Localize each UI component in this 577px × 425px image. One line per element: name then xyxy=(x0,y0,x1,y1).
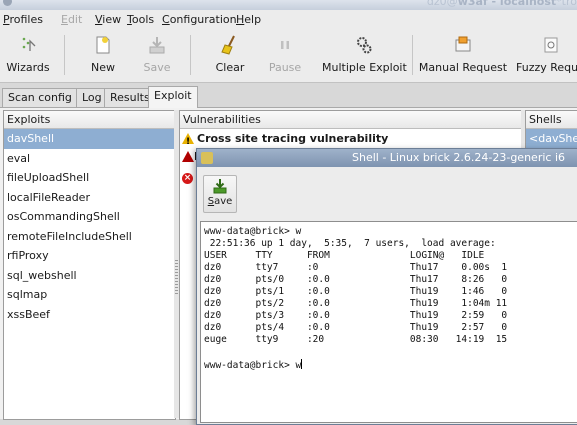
shell-window: Shell - Linux brick 2.6.24-23-generic i6… xyxy=(196,148,577,425)
pause-icon xyxy=(281,41,289,49)
menu-edit[interactable]: Edit xyxy=(61,13,82,26)
list-item[interactable]: sqlmap xyxy=(4,285,175,305)
terminal-line: dz0 pts/2 :0.0 Thu19 1:04m 11 xyxy=(204,298,508,309)
vulnerabilities-header[interactable]: Vulnerabilities xyxy=(180,111,522,129)
save-icon xyxy=(149,37,165,54)
terminal-line: 22:51:36 up 1 day, 5:35, 7 users, load a… xyxy=(204,238,496,249)
clear-button[interactable]: Clear xyxy=(208,31,252,82)
warning-icon xyxy=(182,133,194,151)
exploits-header[interactable]: Exploits xyxy=(4,111,175,129)
list-item[interactable]: Cross site tracing vulnerability xyxy=(180,130,388,151)
broom-icon xyxy=(221,35,235,55)
pause-button[interactable]: Pause xyxy=(264,31,306,82)
fuzzy-request-icon xyxy=(544,37,558,53)
multiple-exploit-button[interactable]: Multiple Exploit xyxy=(322,31,407,82)
toolbar-separator xyxy=(64,35,65,75)
window-title: dz0@w3af - localhost*tro xyxy=(426,0,577,8)
menu-bar: Profiles Edit View Tools Configuration H… xyxy=(0,10,577,31)
menu-view[interactable]: View xyxy=(95,13,121,26)
terminal-prompt: www-data@brick> w xyxy=(204,359,303,371)
menu-profiles[interactable]: Profiles xyxy=(3,13,43,26)
menu-configuration[interactable]: Configuration xyxy=(162,13,237,26)
list-item[interactable]: xssBeef xyxy=(4,305,175,325)
list-item[interactable]: fileUploadShell xyxy=(4,168,175,188)
shell-window-title-bar[interactable]: Shell - Linux brick 2.6.24-23-generic i6 xyxy=(197,149,577,167)
terminal-line: euge tty9 :20 08:30 14:19 15 xyxy=(204,334,508,345)
text-cursor xyxy=(301,359,303,369)
wizards-button[interactable]: Wizards xyxy=(2,31,54,82)
list-item[interactable]: remoteFileIncludeShell xyxy=(4,227,175,247)
shell-window-icon xyxy=(201,152,213,164)
tab-exploit[interactable]: Exploit xyxy=(148,86,198,108)
toolbar-separator xyxy=(412,35,413,75)
terminal-line: dz0 pts/4 :0.0 Thu19 2:57 0 xyxy=(204,322,508,333)
tab-scan-config[interactable]: Scan config xyxy=(2,88,78,107)
splitter-grip xyxy=(175,260,178,294)
terminal-line: USER TTY FROM LOGIN@ IDLE xyxy=(204,250,485,261)
list-item[interactable]: davShell xyxy=(4,129,175,149)
toolbar: Wizards New Save Clear Pause Multiple Ex… xyxy=(0,31,577,83)
toolbar-separator xyxy=(190,35,191,75)
save-toolbar-button[interactable]: Save xyxy=(136,31,178,82)
app-icon xyxy=(3,0,12,6)
error-icon: × xyxy=(182,173,193,184)
terminal-line: dz0 pts/0 :0.0 Thu17 8:26 0 xyxy=(204,274,508,285)
main-tabs: Scan config Log Results Exploit xyxy=(0,86,577,108)
list-item[interactable]: eval xyxy=(4,149,175,169)
shells-header[interactable]: Shells xyxy=(526,111,577,129)
save-icon xyxy=(213,179,227,194)
terminal-line: dz0 pts/3 :0.0 Thu19 2:59 0 xyxy=(204,310,508,321)
list-item[interactable]: sql_webshell xyxy=(4,266,175,286)
wizard-icon xyxy=(22,37,36,51)
menu-help[interactable]: Help xyxy=(236,13,261,26)
gears-icon xyxy=(357,37,372,54)
menu-tools[interactable]: Tools xyxy=(127,13,154,26)
new-button[interactable]: New xyxy=(80,31,126,82)
list-item[interactable]: <davShe xyxy=(526,129,577,149)
terminal-line: www-data@brick> w xyxy=(204,226,302,237)
manual-request-button[interactable]: Manual Request xyxy=(418,31,508,82)
fuzzy-request-button[interactable]: Fuzzy Reques xyxy=(512,31,577,82)
high-severity-icon xyxy=(182,151,194,162)
terminal-line: dz0 tty7 :0 Thu17 0.00s 1 xyxy=(204,262,508,273)
exploits-list[interactable]: Exploits davShell eval fileUploadShell l… xyxy=(3,110,176,420)
shell-terminal[interactable]: www-data@brick> w 22:51:36 up 1 day, 5:3… xyxy=(200,221,577,423)
shell-save-button[interactable]: Save xyxy=(203,175,237,213)
list-item[interactable]: osCommandingShell xyxy=(4,207,175,227)
tab-log[interactable]: Log xyxy=(76,88,108,107)
manual-request-icon xyxy=(455,36,471,52)
new-document-icon xyxy=(96,36,110,54)
terminal-line: dz0 pts/1 :0.0 Thu19 1:46 0 xyxy=(204,286,508,297)
list-item[interactable]: rfiProxy xyxy=(4,246,175,266)
list-item[interactable]: localFileReader xyxy=(4,188,175,208)
window-title-bar[interactable]: dz0@w3af - localhost*tro xyxy=(0,0,577,10)
